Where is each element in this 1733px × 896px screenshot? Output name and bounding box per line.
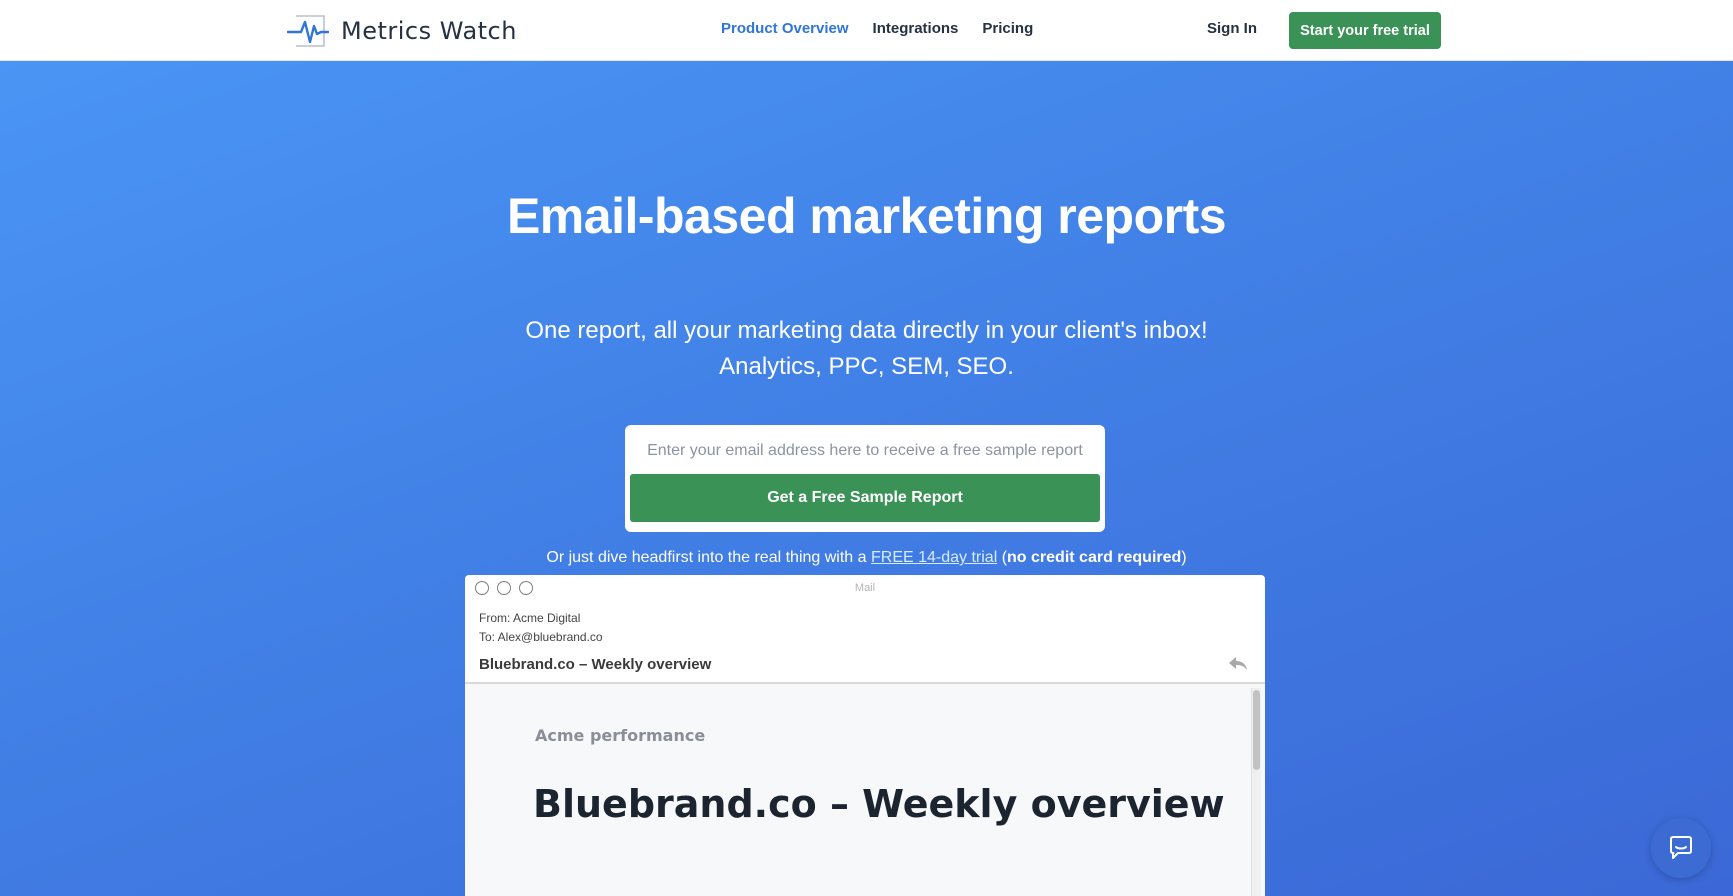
main-nav: Product Overview Integrations Pricing xyxy=(721,20,1033,37)
trial-note-prefix: Or just dive headfirst into the real thi… xyxy=(546,549,871,566)
mail-scrollbar[interactable] xyxy=(1251,688,1261,896)
trial-note-close: ) xyxy=(1181,549,1187,566)
trial-note-open: ( xyxy=(997,549,1008,566)
hero-subtitle: One report, all your marketing data dire… xyxy=(0,313,1733,385)
scrollbar-thumb[interactable] xyxy=(1253,690,1260,770)
mail-window-preview: Mail From: Acme Digital To: Alex@bluebra… xyxy=(465,575,1265,896)
chat-bubble-icon xyxy=(1670,836,1692,859)
sign-in-link[interactable]: Sign In xyxy=(1207,20,1257,37)
sample-report-form: Get a Free Sample Report xyxy=(625,425,1105,532)
chat-launcher-button[interactable] xyxy=(1651,818,1711,878)
hero-subtitle-line-2: Analytics, PPC, SEM, SEO. xyxy=(719,353,1014,380)
mail-window-title: Mail xyxy=(854,582,876,594)
mail-body: Acme performance Bluebrand.co – Weekly o… xyxy=(465,684,1265,896)
free-trial-link[interactable]: FREE 14-day trial xyxy=(871,549,997,566)
logo-text: Metrics Watch xyxy=(341,17,517,45)
report-brand-label: Acme performance xyxy=(535,726,706,745)
reply-icon xyxy=(1227,654,1249,674)
get-sample-report-button[interactable]: Get a Free Sample Report xyxy=(630,474,1100,522)
email-input[interactable] xyxy=(630,430,1100,472)
report-heading: Bluebrand.co – Weekly overview xyxy=(533,782,1225,826)
mail-to: To: Alex@bluebrand.co xyxy=(479,630,603,644)
site-header: Metrics Watch Product Overview Integrati… xyxy=(0,0,1733,61)
mail-subject: Bluebrand.co – Weekly overview xyxy=(479,656,712,673)
start-free-trial-button[interactable]: Start your free trial xyxy=(1289,12,1441,49)
logo[interactable]: Metrics Watch xyxy=(286,12,517,50)
no-credit-card-note: no credit card required xyxy=(1007,549,1182,566)
hero-title: Email-based marketing reports xyxy=(506,188,1227,244)
trial-note: Or just dive headfirst into the real thi… xyxy=(0,549,1733,567)
hero-section: Email-based marketing reports One report… xyxy=(0,61,1733,896)
nav-integrations[interactable]: Integrations xyxy=(873,20,959,37)
hero-subtitle-line-1: One report, all your marketing data dire… xyxy=(525,317,1208,344)
nav-pricing[interactable]: Pricing xyxy=(982,20,1033,37)
pulse-logo-icon xyxy=(286,12,330,50)
nav-product-overview[interactable]: Product Overview xyxy=(721,20,849,37)
mail-from: From: Acme Digital xyxy=(479,611,581,625)
